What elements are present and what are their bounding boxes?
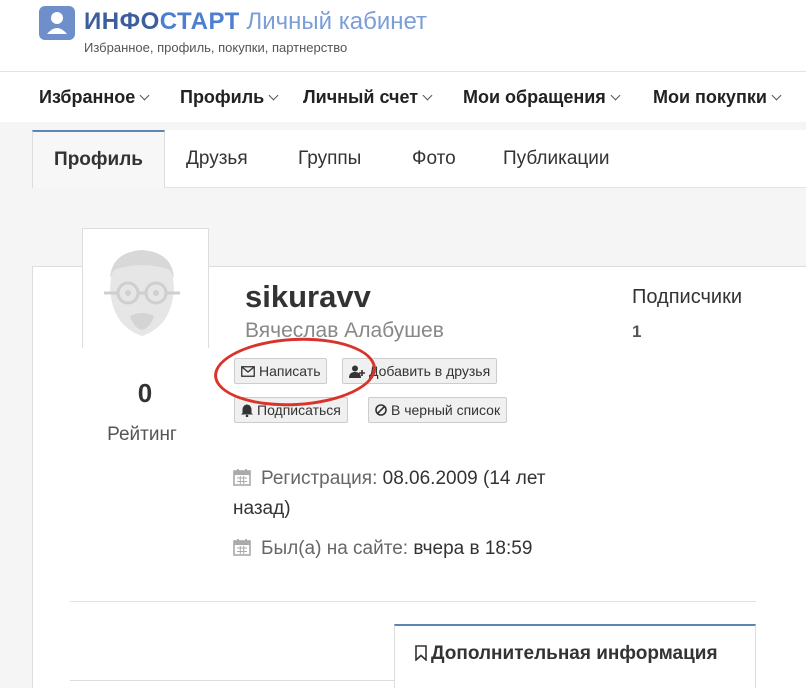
bell-icon [241, 404, 253, 417]
nav-item-purchases[interactable]: Мои покупки [653, 86, 782, 108]
nav-item-account[interactable]: Личный счет [303, 86, 433, 108]
nav-item-favorites[interactable]: Избранное [39, 86, 150, 108]
brand-subtitle: Личный кабинет [246, 8, 428, 35]
nav-item-requests[interactable]: Мои обращения [463, 86, 621, 108]
avatar[interactable] [92, 238, 192, 342]
section-divider [70, 601, 756, 602]
site-header: ИНФОСТАРТ Личный кабинет Избранное, проф… [0, 0, 806, 72]
profile-tabs: Профиль Друзья Группы Фото Публикации [32, 130, 806, 188]
tab-friends[interactable]: Друзья [186, 130, 248, 188]
chevron-down-icon [268, 90, 279, 101]
nav-item-label: Избранное [39, 87, 136, 107]
tab-publications[interactable]: Публикации [503, 130, 610, 188]
nav-item-label: Личный счет [303, 87, 419, 107]
rating-label: Рейтинг [107, 424, 177, 445]
ban-icon [375, 404, 387, 416]
add-user-icon [349, 365, 365, 378]
subscribers-label: Подписчики [632, 286, 743, 308]
tab-baseline [70, 680, 394, 681]
registration-label: Регистрация: [261, 468, 378, 489]
chevron-down-icon [422, 90, 433, 101]
main-nav: Избранное Профиль Личный счет Мои обраще… [0, 72, 806, 122]
nav-item-profile[interactable]: Профиль [180, 86, 279, 108]
additional-info-label: Дополнительная информация [431, 643, 718, 664]
nav-item-label: Мои обращения [463, 87, 606, 107]
tab-photo[interactable]: Фото [412, 130, 456, 188]
calendar-icon [233, 469, 251, 486]
subscribe-button[interactable]: Подписаться [234, 397, 348, 423]
subscribers-count[interactable]: 1 [632, 322, 641, 342]
envelope-icon [241, 365, 255, 377]
brand-title[interactable]: ИНФОСТАРТ Личный кабинет [84, 7, 427, 37]
brand-tagline: Избранное, профиль, покупки, партнерство [84, 40, 348, 55]
bookmark-icon [415, 645, 427, 662]
user-icon[interactable] [39, 6, 75, 40]
last-seen-row: Был(а) на сайте: вчера в 18:59 [233, 538, 532, 560]
add-friend-label: Добавить в друзья [369, 363, 491, 379]
write-message-label: Написать [259, 363, 321, 379]
subscribe-label: Подписаться [257, 402, 341, 418]
add-friend-button[interactable]: Добавить в друзья [342, 358, 498, 384]
brand-part-2: СТАРТ [159, 8, 240, 35]
chevron-down-icon [139, 90, 150, 101]
tab-groups[interactable]: Группы [298, 130, 361, 188]
last-seen-label: Был(а) на сайте: [261, 538, 409, 559]
tab-additional-info[interactable]: Дополнительная информация [394, 624, 756, 688]
chevron-down-icon [610, 90, 621, 101]
registration-row-cont: назад) [233, 498, 291, 520]
registration-row: Регистрация: 08.06.2009 (14 лет [233, 468, 545, 490]
brand-part-1: ИНФО [84, 8, 160, 35]
nav-item-label: Профиль [180, 87, 265, 107]
blacklist-label: В черный список [391, 402, 501, 418]
registration-value: 08.06.2009 (14 лет [382, 468, 546, 489]
tab-profile[interactable]: Профиль [32, 130, 165, 188]
calendar-icon [233, 539, 251, 556]
username: sikuravv [245, 279, 371, 314]
last-seen-value: вчера в 18:59 [413, 538, 533, 559]
registration-value-cont: назад) [233, 498, 291, 519]
blacklist-button[interactable]: В черный список [368, 397, 508, 423]
nav-item-label: Мои покупки [653, 87, 767, 107]
full-name: Вячеслав Алабушев [245, 319, 444, 342]
chevron-down-icon [771, 90, 782, 101]
rating-value: 0 [137, 378, 153, 408]
write-message-button[interactable]: Написать [234, 358, 328, 384]
